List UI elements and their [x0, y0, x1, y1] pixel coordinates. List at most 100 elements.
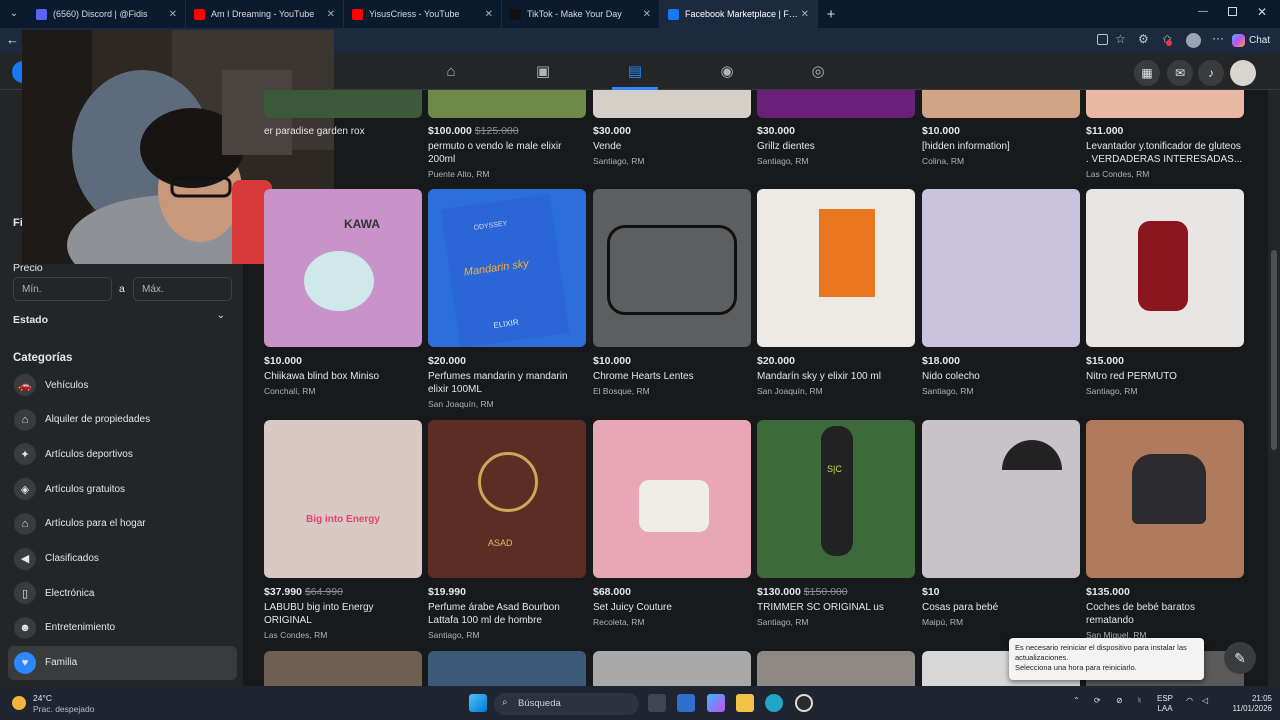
close-window-button[interactable]: ✕ [1257, 5, 1267, 19]
minimize-window-button[interactable]: — [1198, 6, 1212, 17]
extensions-icon[interactable]: ⚙ [1138, 32, 1149, 46]
reader-icon[interactable] [1097, 34, 1108, 45]
language-indicator[interactable]: ESP LAA [1157, 694, 1173, 714]
more-icon[interactable]: ··· [1212, 31, 1224, 45]
file-explorer-icon[interactable] [736, 694, 754, 712]
network-off-icon[interactable]: ⊘ [1116, 696, 1123, 706]
copilot-taskbar-icon[interactable] [707, 694, 725, 712]
listing-card[interactable]: $18.000 Nido colecho Santiago, RM [922, 189, 1080, 396]
category-label: Clasificados [45, 553, 99, 564]
listing-card[interactable]: $11.000 Levantador y.tonificador de glute… [1086, 90, 1244, 179]
category-item[interactable]: ✦ Artículos deportivos [8, 437, 237, 471]
close-tab-icon[interactable]: ✕ [485, 9, 493, 20]
menu-grid-button[interactable]: ▦ [1134, 60, 1160, 86]
listing-card[interactable]: ODYSSEY Mandarin sky ELIXIR $20.000 Perfumes… [428, 189, 586, 409]
update-notification-toast[interactable]: Es necesario reiniciar el dispositivo pa… [1009, 638, 1204, 680]
listing-card[interactable] [757, 651, 915, 686]
price-min-input[interactable]: Mín. [13, 277, 112, 301]
page-scrollbar[interactable] [1268, 90, 1280, 686]
home-nav-icon[interactable]: ⌂ [441, 62, 461, 82]
tab-favicon-icon [352, 8, 363, 20]
groups-nav-icon[interactable]: ◉ [717, 62, 737, 82]
listing-card[interactable] [264, 651, 422, 686]
browser-tab-3[interactable]: TikTok - Make Your Day ✕ [502, 0, 660, 28]
marketplace-nav-icon[interactable]: ▤ [625, 62, 645, 82]
listing-card[interactable]: $15.000 Nitro red PERMUTO Santiago, RM [1086, 189, 1244, 396]
state-filter-dropdown[interactable]: Estado ⌄ [13, 310, 231, 328]
profile-avatar-icon[interactable] [1186, 33, 1201, 48]
gaming-nav-icon[interactable]: ◎ [808, 62, 828, 82]
scrollbar-thumb[interactable] [1271, 250, 1277, 450]
listing-card[interactable]: S|C $130.000 $150.000 TRIMMER SC ORIGINAL u… [757, 420, 915, 627]
listing-price: $130.000 $150.000 [757, 586, 915, 598]
category-item[interactable]: ◀ Clasificados [8, 542, 237, 576]
category-item[interactable]: 🚗 Vehículos [8, 368, 237, 402]
browser-tab-2[interactable]: YisusCriess - YouTube ✕ [344, 0, 502, 28]
edge-browser-icon[interactable] [765, 694, 783, 712]
listing-title: Nitro red PERMUTO [1086, 371, 1177, 382]
tab-actions-button[interactable]: ⌄ [0, 0, 28, 28]
listing-title: Mandarín sky y elixir 100 ml [757, 371, 881, 382]
video-nav-icon[interactable]: ▣ [533, 62, 553, 82]
category-item[interactable]: ⌂ Alquiler de propiedades [8, 403, 237, 437]
listing-card[interactable]: Big into Energy $37.990 $64.990 LABUBU big … [264, 420, 422, 640]
maximize-window-button[interactable] [1228, 7, 1237, 16]
copilot-icon [1232, 34, 1245, 47]
account-avatar[interactable] [1230, 60, 1256, 86]
url-field[interactable] [338, 31, 1138, 51]
compose-edit-button[interactable]: ✎ [1224, 642, 1256, 674]
price-current: $10.000 [922, 125, 960, 137]
browser-tab-1[interactable]: Am I Dreaming - YouTube ✕ [186, 0, 344, 28]
copilot-chat-button[interactable]: Chat [1232, 31, 1276, 50]
clock[interactable]: 21:05 11/01/2026 [1224, 694, 1272, 714]
task-view-icon[interactable] [648, 694, 666, 712]
listing-card[interactable]: $10 Cosas para bebé Maipú, RM [922, 420, 1080, 627]
update-tray-icon[interactable]: ⟳ [1094, 696, 1101, 706]
close-tab-icon[interactable]: ✕ [327, 9, 335, 20]
listing-card[interactable]: $20.000 Mandarín sky y elixir 100 ml San J… [757, 189, 915, 396]
new-tab-button[interactable]: + [818, 6, 844, 23]
category-item[interactable]: ▯ Electrónica [8, 576, 237, 610]
category-item[interactable]: ⌂ Artículos para el hogar [8, 507, 237, 541]
taskbar-search-input[interactable]: ⌕ Búsqueda [494, 693, 639, 715]
browser-tab-0[interactable]: (6560) Discord | @Fidis ✕ [28, 0, 186, 28]
edge-extension-icon[interactable] [1166, 40, 1172, 46]
store-icon[interactable] [677, 694, 695, 712]
microphone-icon[interactable]: ♮ [1138, 696, 1141, 706]
category-item[interactable]: ☻ Entretenimiento [8, 611, 237, 645]
windows-start-icon[interactable] [469, 694, 487, 712]
listing-card[interactable] [428, 651, 586, 686]
tab-favicon-icon [668, 8, 679, 20]
volume-icon[interactable]: ◁ [1202, 696, 1208, 706]
favorite-star-icon[interactable]: ☆ [1115, 32, 1126, 46]
listing-card[interactable]: $68.000 Set Juicy Couture Recoleta, RM [593, 420, 751, 627]
browser-tab-4[interactable]: Facebook Marketplace | Facebook✕ [660, 0, 818, 28]
listing-card[interactable]: er paradise garden rox [264, 90, 422, 138]
weather-widget[interactable]: 24°C Prac. despejado [10, 692, 110, 716]
listing-card[interactable]: KAWA $10.000 Chiikawa blind box Miniso Conc… [264, 189, 422, 396]
listing-card[interactable]: $10.000 [hidden information] Colina, RM [922, 90, 1080, 166]
listing-card[interactable]: ASAD $19.990 Perfume árabe Asad Bourbon La… [428, 420, 586, 640]
close-tab-icon[interactable]: ✕ [643, 9, 651, 20]
notifications-button[interactable]: ♪ [1198, 60, 1224, 86]
messenger-button[interactable]: ✉ [1167, 60, 1193, 86]
close-tab-icon[interactable]: ✕ [801, 9, 809, 20]
obs-icon[interactable] [795, 694, 813, 712]
wifi-icon[interactable]: ◠ [1186, 696, 1193, 706]
listing-card[interactable]: $135.000 Coches de bebé baratos rematando… [1086, 420, 1244, 640]
state-filter-label: Estado [13, 314, 49, 326]
back-icon[interactable]: ← [6, 32, 19, 47]
tray-overflow-chevron[interactable]: ⌃ [1073, 696, 1080, 706]
close-tab-icon[interactable]: ✕ [169, 9, 177, 20]
price-max-input[interactable]: Máx. [133, 277, 232, 301]
listing-card[interactable]: $30.000 Grillz dientes Santiago, RM [757, 90, 915, 166]
listing-card[interactable]: $10.000 Chrome Hearts Lentes El Bosque, RM [593, 189, 751, 396]
listing-card[interactable] [593, 651, 751, 686]
listing-image [428, 90, 586, 118]
category-item[interactable]: ♥ Familia [8, 645, 237, 680]
listing-card[interactable]: $100.000 $125.000 permuto o vendo le male … [428, 90, 586, 179]
category-item[interactable]: ◈ Artículos gratuitos [8, 472, 237, 506]
price-current: $37.990 [264, 586, 302, 598]
listing-card[interactable]: $30.000 Vende Santiago, RM [593, 90, 751, 166]
listing-image: S|C [757, 420, 915, 578]
